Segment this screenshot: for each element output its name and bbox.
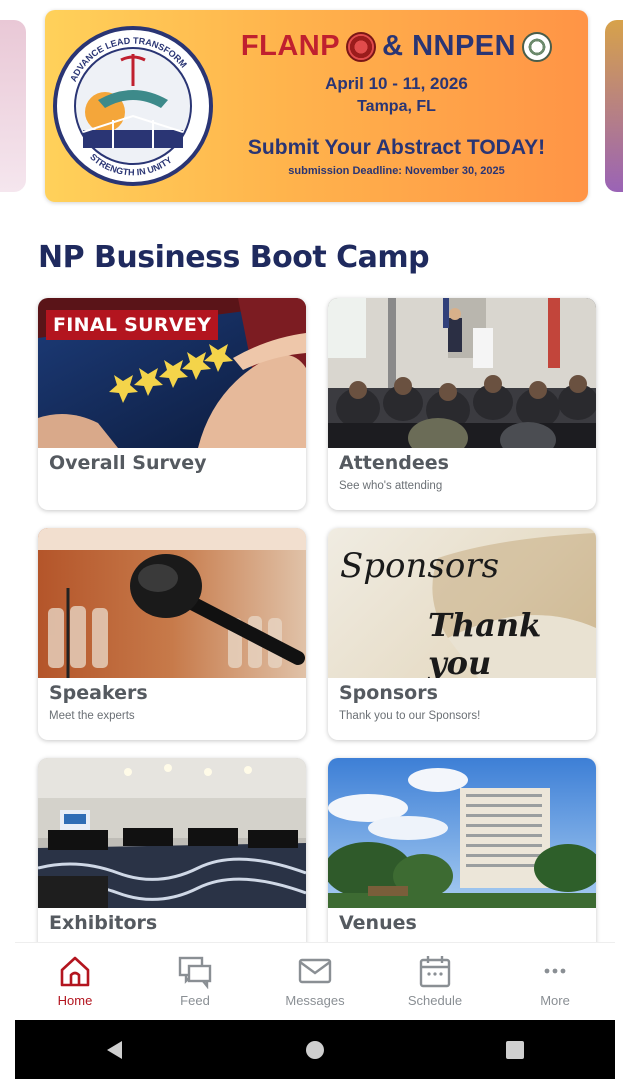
card-title: Venues	[339, 912, 417, 934]
banner-city: Tampa, FL	[357, 98, 436, 115]
card-speakers[interactable]: Speakers Meet the experts	[38, 528, 306, 740]
home-circle-icon	[306, 1040, 324, 1059]
venues-image	[328, 758, 596, 908]
mail-icon	[298, 958, 332, 984]
card-sponsors[interactable]: Sponsors Thank you Sponsors Thank you to…	[328, 528, 596, 740]
card-title: Attendees	[339, 452, 449, 474]
final-survey-tag: FINAL SURVEY	[46, 310, 219, 340]
sponsors-script-text: Sponsors	[340, 546, 500, 586]
card-title: Overall Survey	[49, 452, 207, 474]
tab-feed-label: Feed	[180, 993, 210, 1008]
page-title: NP Business Boot Camp	[38, 240, 430, 275]
tab-more[interactable]: More	[495, 943, 615, 1021]
conference-seal-logo: ADVANCE LEAD TRANSFORM STRENGTH IN UNITY	[53, 26, 213, 186]
system-back-button[interactable]	[85, 1030, 145, 1070]
tab-more-label: More	[540, 993, 570, 1008]
tab-feed[interactable]: Feed	[135, 943, 255, 1021]
banner-cta: Submit Your Abstract TODAY!	[247, 136, 546, 159]
flanp-badge-icon	[346, 31, 377, 62]
system-nav-bar	[15, 1020, 615, 1079]
card-title: Sponsors	[339, 682, 438, 704]
tab-messages[interactable]: Messages	[255, 943, 375, 1021]
speakers-image	[38, 528, 306, 678]
sponsors-image: Sponsors Thank you	[328, 528, 596, 678]
calendar-icon	[419, 956, 451, 988]
home-icon	[60, 956, 90, 987]
tab-schedule-label: Schedule	[407, 993, 463, 1008]
banner-title-left: FLANP	[240, 30, 341, 62]
system-recents-button[interactable]	[485, 1030, 545, 1070]
bottom-tab-bar: Home Feed Messages Schedule More	[15, 942, 615, 1021]
thank-you-script-text: Thank you	[428, 606, 542, 678]
card-exhibitors[interactable]: Exhibitors	[38, 758, 306, 970]
banner-carousel[interactable]: ADVANCE LEAD TRANSFORM STRENGTH IN UNITY…	[0, 0, 623, 220]
feed-icon	[178, 956, 212, 989]
card-subtitle: See who's attending	[339, 480, 443, 492]
attendees-image	[328, 298, 596, 448]
more-icon	[544, 968, 566, 974]
tab-schedule[interactable]: Schedule	[375, 943, 495, 1021]
banner-deadline: submission Deadline: November 30, 2025	[288, 165, 505, 177]
exhibitors-image	[38, 758, 306, 908]
card-subtitle: Meet the experts	[49, 710, 135, 722]
card-venues[interactable]: Venues	[328, 758, 596, 970]
banner-dates: April 10 - 11, 2026	[325, 74, 468, 93]
card-title: Exhibitors	[49, 912, 158, 934]
conference-banner[interactable]: ADVANCE LEAD TRANSFORM STRENGTH IN UNITY…	[45, 10, 588, 202]
tab-home-label: Home	[57, 993, 93, 1008]
back-triangle-icon	[107, 1040, 122, 1059]
card-title: Speakers	[49, 682, 148, 704]
system-home-button[interactable]	[285, 1030, 345, 1070]
carousel-next-slide[interactable]	[605, 20, 623, 192]
carousel-prev-slide[interactable]	[0, 20, 26, 192]
tab-messages-label: Messages	[285, 993, 345, 1008]
tab-home[interactable]: Home	[15, 943, 135, 1021]
banner-title: FLANP & NNPEN	[205, 30, 588, 63]
survey-image: FINAL SURVEY	[38, 298, 306, 448]
card-subtitle: Thank you to our Sponsors!	[339, 710, 481, 722]
nnpen-badge-icon	[522, 31, 553, 62]
recents-square-icon	[506, 1040, 524, 1059]
card-attendees[interactable]: Attendees See who's attending	[328, 298, 596, 510]
banner-title-right: & NNPEN	[382, 30, 517, 62]
card-overall-survey[interactable]: FINAL SURVEY Overall Survey	[38, 298, 306, 510]
